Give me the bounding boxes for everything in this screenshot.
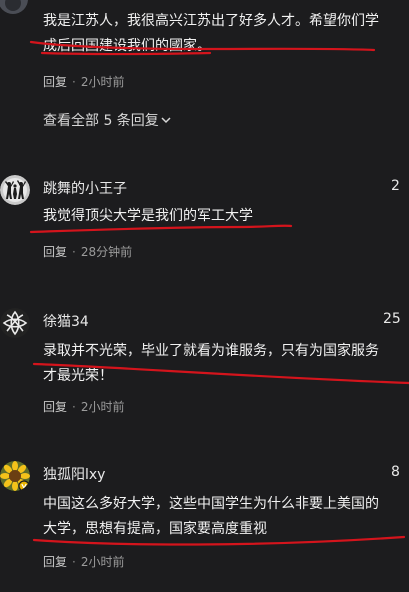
timestamp: 2小时前 (80, 75, 125, 89)
username[interactable]: 跳舞的小王子 (43, 178, 127, 198)
comment-text: 录取并不光荣，毕业了就看为谁服务，只有为国家服务 才最光荣！ (43, 339, 409, 389)
comment-text: 中国这么多好大学，这些中国学生为什么非要上美国的 大学，思想有提高，国家要高度重… (43, 492, 409, 542)
reply-button[interactable]: 回复 (43, 75, 67, 89)
comment-meta: 回复 · 2小时前 (43, 553, 124, 570)
username[interactable]: 徐猫34 (43, 311, 89, 331)
view-all-replies-label: 查看全部 5 条回复 (43, 113, 159, 129)
comment-text-line: 我是江苏人，我很高兴江苏出了好多人才。希望你们学 (43, 13, 379, 29)
comment-text-line: 大学，思想有提高，国家要高度重视 (43, 521, 267, 537)
dancers-silhouette-avatar-icon[interactable] (0, 175, 30, 205)
comment-text-line: 才最光荣！ (43, 368, 113, 384)
comment-meta: 回复 · 28分钟前 (43, 243, 132, 260)
comment-meta: 回复 · 2小时前 (43, 398, 124, 415)
timestamp: 2小时前 (80, 555, 125, 569)
meta-separator: · (72, 400, 76, 414)
timestamp: 2小时前 (80, 400, 125, 414)
comment-text-line: 成后回国建设我们的國家。 (43, 38, 211, 54)
comment-feed: 我是江苏人，我很高兴江苏出了好多人才。希望你们学 成后回国建设我们的國家。 回复… (0, 0, 409, 592)
dark-avatar-icon[interactable] (0, 0, 28, 14)
meta-separator: · (72, 245, 76, 259)
like-count[interactable]: 25 (383, 311, 409, 327)
like-count[interactable]: 8 (391, 464, 409, 480)
sunflower-avatar-icon[interactable] (0, 461, 30, 491)
reply-button[interactable]: 回复 (43, 555, 67, 569)
username[interactable]: 独孤阳lxy (43, 464, 105, 484)
view-all-replies-button[interactable]: 查看全部 5 条回复 (43, 110, 171, 130)
chevron-down-icon (161, 112, 171, 128)
like-count[interactable]: 2 (391, 178, 409, 194)
reply-button[interactable]: 回复 (43, 245, 67, 259)
comment-meta: 回复 · 2小时前 (43, 73, 124, 90)
meta-separator: · (72, 75, 76, 89)
meta-separator: · (72, 555, 76, 569)
timestamp: 28分钟前 (80, 245, 133, 259)
comment-text-line: 录取并不光荣，毕业了就看为谁服务，只有为国家服务 (43, 343, 379, 359)
reply-button[interactable]: 回复 (43, 400, 67, 414)
comment-text: 我是江苏人，我很高兴江苏出了好多人才。希望你们学 成后回国建设我们的國家。 (43, 9, 409, 59)
comment-text: 我觉得顶尖大学是我们的军工大学 (43, 204, 409, 229)
knot-pattern-avatar-icon[interactable] (0, 308, 30, 338)
comment-text-line: 我觉得顶尖大学是我们的军工大学 (43, 208, 253, 224)
comment-text-line: 中国这么多好大学，这些中国学生为什么非要上美国的 (43, 496, 379, 512)
